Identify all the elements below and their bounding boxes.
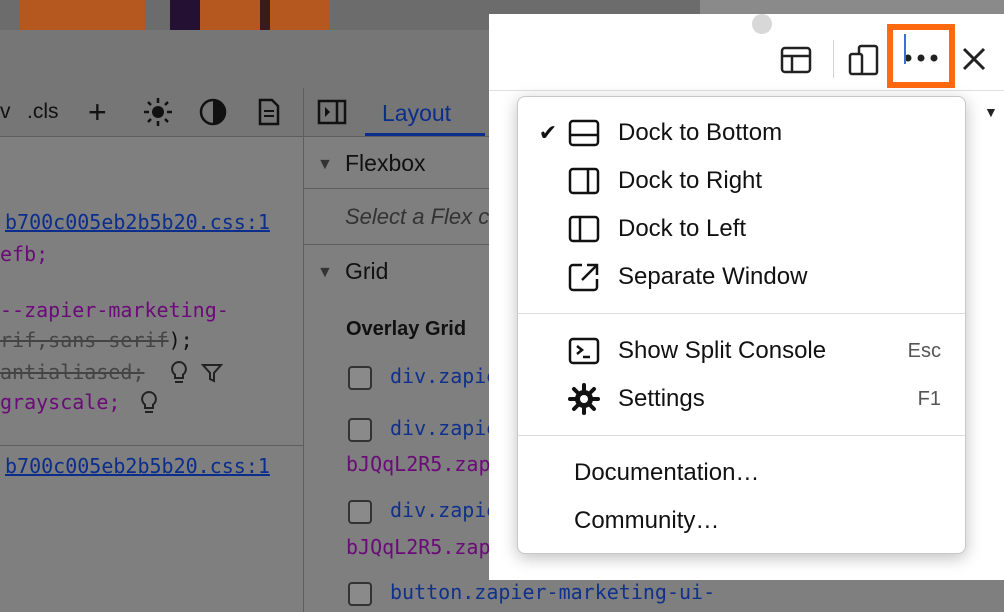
grid-checkbox[interactable] — [348, 500, 372, 524]
tab-layout[interactable]: Layout — [382, 100, 451, 127]
menu-item-dock-left[interactable]: Dock to Left — [518, 205, 965, 253]
responsive-design-icon[interactable] — [844, 40, 884, 80]
dock-left-icon — [568, 215, 604, 243]
tab-layout-underline — [365, 133, 485, 136]
dock-right-icon — [568, 167, 604, 195]
toolbox-divider — [489, 90, 1004, 91]
grid-checkbox[interactable] — [348, 418, 372, 442]
scroll-indicator — [752, 14, 772, 34]
page-image — [20, 0, 145, 30]
shortcut-label: F1 — [917, 387, 941, 410]
caret-down-icon[interactable]: ▼ — [317, 264, 333, 282]
menu-item-settings[interactable]: Settings F1 — [518, 375, 965, 423]
add-rule-icon[interactable]: + — [88, 94, 107, 131]
css-value-strike: antialiased; — [0, 360, 145, 384]
flexbox-header[interactable]: Flexbox — [345, 150, 426, 177]
dark-theme-icon[interactable] — [199, 98, 227, 131]
grid-selector-class: bJQqL2R5.zapi — [346, 452, 503, 476]
more-options-menu: ✔ Dock to Bottom Dock to Right Dock to L… — [517, 96, 966, 554]
toggle-sidebar-icon[interactable] — [317, 99, 347, 130]
separate-window-icon — [568, 262, 604, 292]
panel-divider — [303, 88, 304, 612]
section-divider — [304, 244, 504, 245]
cls-button[interactable]: .cls — [27, 100, 59, 124]
caret-down-icon[interactable]: ▼ — [317, 156, 333, 174]
grid-checkbox[interactable] — [348, 582, 372, 606]
settings-gear-icon — [568, 383, 604, 415]
menu-item-label: Separate Window — [618, 263, 808, 290]
menu-item-label: Community… — [574, 507, 720, 534]
stylesheet-link[interactable]: b700c005eb2b5b20.css:1 — [5, 210, 270, 234]
menu-item-split-console[interactable]: Show Split Console Esc — [518, 327, 965, 375]
menu-item-dock-bottom[interactable]: ✔ Dock to Bottom — [518, 109, 965, 157]
menu-item-label: Dock to Right — [618, 167, 763, 194]
menu-item-documentation[interactable]: Documentation… — [518, 449, 965, 497]
lightbulb-icon[interactable] — [140, 390, 158, 421]
toolbar-partial-label: v — [0, 100, 11, 123]
print-media-icon[interactable] — [257, 98, 281, 131]
overlay-grid-title: Overlay Grid — [346, 318, 467, 340]
focus-indicator — [904, 34, 906, 64]
light-theme-icon[interactable] — [143, 97, 173, 132]
shortcut-label: Esc — [907, 339, 941, 362]
toolbar-separator — [833, 40, 834, 78]
menu-item-label: Show Split Console — [618, 337, 827, 364]
lightbulb-icon[interactable] — [170, 360, 188, 391]
dock-bottom-icon — [568, 119, 604, 147]
menu-separator — [518, 435, 965, 436]
menu-item-label: Dock to Bottom — [618, 119, 783, 146]
filter-icon[interactable] — [200, 362, 224, 389]
menu-item-label: Settings — [618, 385, 705, 412]
page-image — [170, 0, 200, 30]
menu-item-dock-right[interactable]: Dock to Right — [518, 157, 965, 205]
close-icon[interactable] — [954, 39, 994, 79]
grid-selector-class: bJQqL2R5.zapi — [346, 535, 503, 559]
split-console-icon — [568, 337, 604, 365]
menu-separator — [518, 313, 965, 314]
stylesheet-link[interactable]: b700c005eb2b5b20.css:1 — [5, 454, 270, 478]
page-image — [260, 0, 270, 30]
more-options-highlight — [887, 24, 955, 88]
menu-item-label: Dock to Left — [618, 215, 747, 242]
css-property: --zapier-marketing- — [0, 298, 229, 322]
css-value: efb; — [0, 242, 49, 266]
grid-selector: button.zapier-marketing-ui- — [390, 580, 716, 604]
rule-divider — [0, 445, 303, 446]
dropdown-arrow-icon[interactable]: ▼ — [984, 104, 998, 120]
menu-item-separate-window[interactable]: Separate Window — [518, 253, 965, 301]
flex-placeholder: Select a Flex co — [345, 204, 502, 229]
css-value: grayscale; — [0, 390, 121, 414]
menu-item-community[interactable]: Community… — [518, 497, 965, 545]
grid-header[interactable]: Grid — [345, 258, 388, 285]
grid-checkbox[interactable] — [348, 366, 372, 390]
css-value-strike: rif,sans-serif); — [0, 328, 193, 352]
checkmark-icon: ✔ — [538, 120, 558, 145]
section-divider — [304, 188, 504, 189]
menu-item-label: Documentation… — [574, 459, 760, 486]
dock-layout-icon[interactable] — [776, 40, 816, 80]
